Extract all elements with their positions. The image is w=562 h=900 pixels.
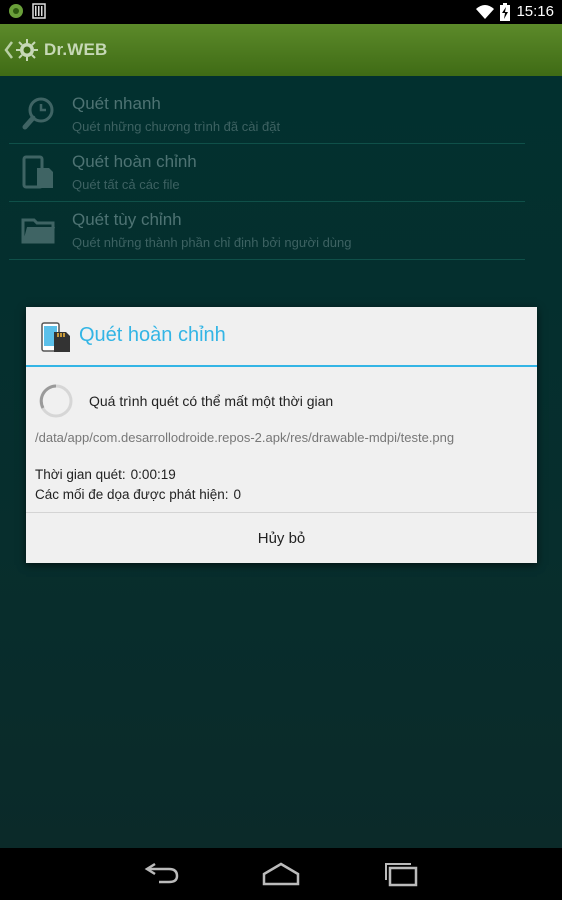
clock-search-icon (22, 97, 54, 130)
recent-apps-nav-icon[interactable] (381, 860, 421, 888)
menu-item-subtitle: Quét tất cả các file (72, 177, 180, 192)
scan-time-label: Thời gian quét: (35, 467, 126, 482)
drweb-spider-logo-icon (16, 39, 38, 61)
scan-time-value: 0:00:19 (130, 467, 176, 482)
menu-item-custom-scan[interactable]: Quét tùy chỉnh Quét những thành phần chỉ… (9, 202, 525, 260)
menu-item-subtitle: Quét những chương trình đã cài đặt (72, 119, 281, 134)
dialog-header: Quét hoàn chỉnh (26, 307, 537, 367)
back-nav-icon[interactable] (141, 860, 181, 888)
app-title: Dr.WEB (44, 40, 108, 59)
barcode-notification-icon (32, 3, 46, 19)
wifi-icon (476, 5, 495, 19)
action-bar: Dr.WEB (0, 24, 562, 76)
phone-sdcard-color-icon (41, 322, 70, 352)
navigation-bar (0, 848, 562, 900)
menu-item-title: Quét nhanh (72, 94, 161, 113)
back-chevron-icon (4, 41, 13, 59)
home-up-button[interactable]: Dr.WEB (4, 37, 108, 63)
dialog-title: Quét hoàn chỉnh (79, 324, 226, 346)
cancel-button[interactable]: Hủy bỏ (26, 513, 537, 563)
phone-sdcard-icon (22, 155, 53, 189)
threats-value: 0 (233, 487, 242, 502)
menu-item-full-scan[interactable]: Quét hoàn chỉnh Quét tất cả các file (9, 144, 525, 202)
drweb-notification-icon (9, 4, 23, 18)
full-scan-progress-dialog: Quét hoàn chỉnh Quá trình quét có thể mấ… (26, 307, 537, 563)
status-bar: 15:16 (0, 0, 562, 24)
threats-label: Các mối đe dọa được phát hiện: (35, 487, 229, 502)
progress-spinner-icon (39, 384, 73, 418)
current-file-path: /data/app/com.desarrollodroide.repos-2.a… (35, 430, 455, 445)
menu-item-subtitle: Quét những thành phần chỉ định bởi người… (72, 235, 352, 250)
scan-time-row: Thời gian quét: 0:00:19 (35, 467, 176, 482)
menu-item-title: Quét tùy chỉnh (72, 210, 182, 229)
clock-time: 15:16 (516, 3, 554, 20)
menu-item-quick-scan[interactable]: Quét nhanh Quét những chương trình đã cà… (9, 86, 525, 144)
folder-icon (21, 218, 55, 244)
battery-charging-icon (500, 3, 511, 21)
threats-row: Các mối đe dọa được phát hiện: 0 (35, 487, 241, 502)
progress-message: Quá trình quét có thể mất một thời gian (89, 393, 334, 409)
menu-item-title: Quét hoàn chỉnh (72, 152, 197, 171)
home-nav-icon[interactable] (261, 860, 301, 888)
